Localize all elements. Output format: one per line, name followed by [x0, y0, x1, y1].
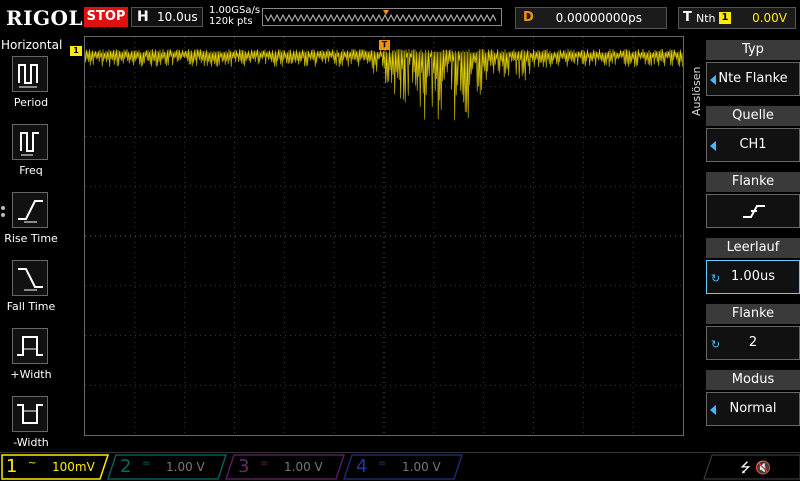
measure-freq-button[interactable]: Freq: [0, 124, 62, 184]
measure-positive-width-label: +Width: [10, 368, 52, 381]
trigger-slope-header: Flanke: [706, 172, 800, 192]
negative-width-icon: [12, 396, 48, 432]
trigger-slope-softkey[interactable]: Flanke: [706, 172, 800, 234]
measure-negative-width-label: -Width: [13, 436, 49, 449]
left-arrow-icon: [710, 405, 716, 415]
trigger-slope-value-box[interactable]: [706, 194, 800, 228]
graticule-lines: [85, 37, 683, 435]
trigger-mode: Nth: [696, 12, 716, 25]
sample-rate: 1.00GSa/s: [209, 5, 261, 16]
rise-time-icon: [12, 192, 48, 228]
trigger-mode-header: Modus: [706, 370, 800, 390]
channel-4-coupling: =: [378, 458, 387, 469]
channel-4-scale: 1.00 V: [402, 460, 441, 474]
horizontal-scale-box[interactable]: H 10.0us: [131, 7, 203, 27]
measure-negative-width-button[interactable]: -Width: [0, 396, 62, 456]
measure-rise-time-label: Rise Time: [4, 232, 58, 245]
measure-positive-width-button[interactable]: +Width: [0, 328, 62, 388]
channel-status-bar: 1 ~ 100mV 2 = 1.00 V 3 = 1.00 V 4 = 1.00…: [0, 452, 800, 481]
channel-3-coupling: =: [260, 458, 269, 469]
acquisition-info: 1.00GSa/s 120k pts: [209, 5, 260, 27]
fall-time-icon: [12, 260, 48, 296]
measure-fall-time-label: Fall Time: [6, 300, 56, 313]
channel-3-tab[interactable]: 3 = 1.00 V: [234, 456, 338, 478]
trigger-menu-title: Auslösen: [690, 66, 703, 116]
waveform-display[interactable]: [84, 36, 684, 436]
channel-2-scale: 1.00 V: [166, 460, 205, 474]
rising-edge-icon: [743, 205, 765, 218]
positive-width-icon: [12, 328, 48, 364]
left-arrow-icon: [710, 141, 716, 151]
memory-waveform-thumbnail: [264, 10, 497, 23]
trigger-source-value: CH1: [739, 137, 767, 152]
measure-period-label: Period: [13, 96, 49, 109]
trigger-menu: Auslösen Typ Nte Flanke Quelle CH1 Flank…: [686, 36, 800, 452]
channel-2-tab[interactable]: 2 = 1.00 V: [116, 456, 220, 478]
trigger-mode-softkey[interactable]: Modus Normal: [706, 370, 800, 432]
trigger-channel-badge: 1: [719, 12, 731, 24]
trigger-idle-value: 1.00us: [731, 269, 775, 284]
freq-icon: [12, 124, 48, 160]
horizontal-label: H: [137, 9, 149, 25]
rotary-knob-icon: ↻: [711, 272, 721, 285]
measure-rise-time-button[interactable]: Rise Time: [0, 192, 62, 252]
delay-label: D: [523, 10, 534, 25]
trigger-level: 0.00V: [752, 11, 787, 25]
delay-box[interactable]: D 0.00000000ps: [515, 7, 667, 29]
channel-1-coupling: ~: [28, 458, 37, 469]
trigger-mode-value-box[interactable]: Normal: [706, 392, 800, 426]
usb-icon: ⭍: [740, 461, 751, 476]
trigger-edge-count-header: Flanke: [706, 304, 800, 324]
channel-2-coupling: =: [142, 458, 151, 469]
channel-3-number: 3: [238, 456, 250, 477]
ch1-waveform-trace: [84, 48, 683, 121]
trigger-type-value: Nte Flanke: [718, 71, 788, 86]
left-arrow-icon: [710, 75, 716, 85]
channel-1-tab[interactable]: 1 ~ 100mV: [2, 456, 106, 478]
trigger-idle-header: Leerlauf: [706, 238, 800, 258]
channel-4-tab[interactable]: 4 = 1.00 V: [352, 456, 456, 478]
trigger-type-header: Typ: [706, 40, 800, 60]
rotary-knob-icon: ↻: [711, 338, 721, 351]
channel-1-number: 1: [6, 456, 18, 477]
channel-3-scale: 1.00 V: [284, 460, 323, 474]
memory-depth: 120k pts: [209, 16, 253, 27]
top-status-bar: RIGOL STOP H 10.0us 1.00GSa/s 120k pts D…: [0, 0, 800, 36]
measure-freq-label: Freq: [19, 164, 43, 177]
trigger-type-softkey[interactable]: Typ Nte Flanke: [706, 40, 800, 102]
trigger-mode-value: Normal: [729, 401, 777, 416]
trigger-status-box[interactable]: T Nth 1 0.00V: [678, 7, 796, 29]
trigger-label: T: [683, 10, 692, 25]
trigger-edge-count-value: 2: [748, 335, 758, 350]
trigger-source-header: Quelle: [706, 106, 800, 126]
measure-menu: Horizontal Period Freq Rise Time Fall Ti…: [0, 36, 62, 452]
ch1-trace-line: [84, 48, 683, 121]
horizontal-scale-value: 10.0us: [157, 10, 198, 24]
measure-period-button[interactable]: Period: [0, 56, 62, 116]
trigger-type-value-box[interactable]: Nte Flanke: [706, 62, 800, 96]
channel-2-number: 2: [120, 456, 132, 477]
measure-menu-title: Horizontal: [1, 38, 63, 52]
trigger-source-softkey[interactable]: Quelle CH1: [706, 106, 800, 168]
waveform-graticule: [84, 37, 683, 435]
channel-1-scale: 100mV: [52, 460, 95, 474]
run-stop-button[interactable]: STOP: [84, 7, 128, 27]
measure-fall-time-button[interactable]: Fall Time: [0, 260, 62, 320]
trigger-idle-softkey[interactable]: Leerlauf ↻ 1.00us: [706, 238, 800, 300]
delay-value: 0.00000000ps: [555, 11, 642, 25]
trigger-edge-count-softkey[interactable]: Flanke ↻ 2: [706, 304, 800, 366]
trigger-idle-value-box[interactable]: ↻ 1.00us: [706, 260, 800, 294]
speaker-muted-icon: 🔇: [754, 461, 772, 476]
period-icon: [12, 56, 48, 92]
trigger-edge-count-value-box[interactable]: ↻ 2: [706, 326, 800, 360]
memory-overview-bar: [262, 8, 502, 26]
status-icons: ⭍ 🔇: [740, 459, 771, 481]
trigger-source-value-box[interactable]: CH1: [706, 128, 800, 162]
ch1-offset-marker[interactable]: 1: [70, 46, 82, 56]
brand-logo: RIGOL: [6, 6, 84, 30]
trigger-position-indicator-icon: [383, 10, 389, 15]
channel-4-number: 4: [356, 456, 368, 477]
